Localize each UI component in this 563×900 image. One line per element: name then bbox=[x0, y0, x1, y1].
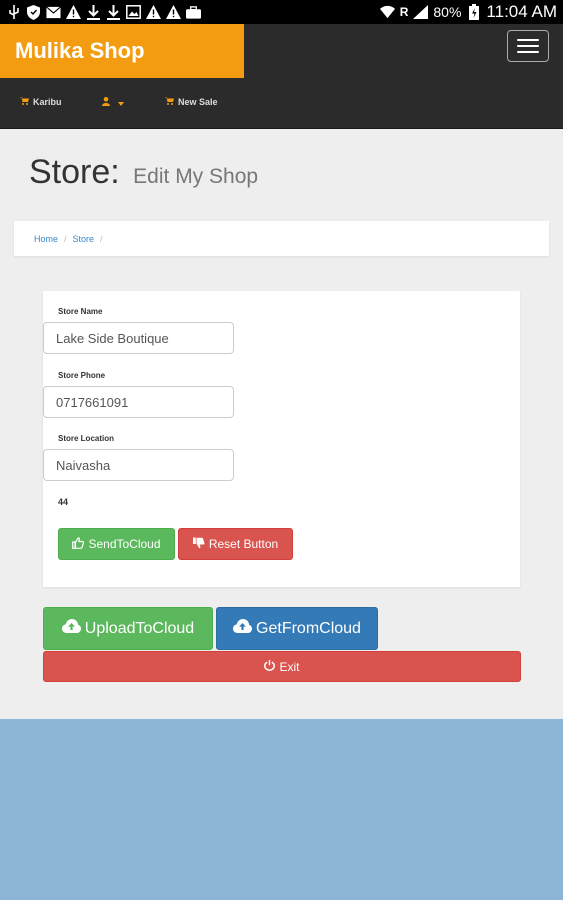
download-icon bbox=[86, 4, 101, 20]
nav-link-new-sale[interactable]: New Sale bbox=[165, 97, 218, 107]
cloud-upload-icon bbox=[233, 619, 253, 638]
send-to-cloud-button[interactable]: SendToCloud bbox=[58, 528, 175, 560]
breadcrumb-home[interactable]: Home bbox=[34, 234, 58, 244]
clock: 11:04 AM bbox=[486, 2, 557, 21]
menu-toggle-button[interactable] bbox=[507, 30, 549, 62]
signal-icon bbox=[413, 5, 429, 20]
nav-link-label: New Sale bbox=[178, 97, 218, 107]
system-status: R 80% 11:04 AM bbox=[379, 2, 557, 22]
warning-icon bbox=[166, 5, 181, 20]
store-count-value: 44 bbox=[58, 497, 69, 507]
store-location-input[interactable] bbox=[43, 449, 234, 481]
power-icon bbox=[264, 659, 276, 674]
nav-link-karibu[interactable]: Karibu bbox=[20, 97, 62, 107]
store-name-input[interactable] bbox=[43, 322, 234, 354]
breadcrumb: Home / Store / bbox=[14, 221, 549, 256]
hamburger-line bbox=[517, 39, 539, 41]
shield-icon bbox=[26, 4, 41, 20]
store-form-panel: Store Name Store Phone Store Location 44… bbox=[43, 291, 520, 587]
upload-to-cloud-label: UploadToCloud bbox=[84, 619, 195, 637]
reset-button[interactable]: Reset Button bbox=[178, 528, 293, 560]
briefcase-icon bbox=[186, 5, 201, 20]
user-icon bbox=[102, 97, 110, 108]
warning-icon bbox=[146, 5, 161, 20]
brand-logo[interactable]: Mulika Shop bbox=[0, 24, 244, 78]
cloud-upload-icon bbox=[61, 619, 81, 638]
wifi-icon bbox=[379, 5, 395, 20]
usb-icon bbox=[6, 4, 21, 20]
cart-icon bbox=[20, 97, 29, 107]
breadcrumb-separator: / bbox=[64, 233, 67, 244]
caret-down-icon bbox=[118, 98, 124, 108]
battery-charging-icon bbox=[466, 4, 481, 20]
page-subtitle: Edit My Shop bbox=[133, 165, 259, 188]
nav-link-label: Karibu bbox=[33, 97, 62, 107]
store-phone-label: Store Phone bbox=[58, 371, 106, 380]
download-icon bbox=[106, 4, 121, 20]
hamburger-line bbox=[517, 51, 539, 53]
roaming-indicator: R bbox=[399, 5, 409, 19]
breadcrumb-store[interactable]: Store bbox=[73, 234, 95, 244]
nav-links: Karibu New Sale bbox=[0, 97, 563, 111]
get-from-cloud-button[interactable]: GetFromCloud bbox=[216, 607, 378, 650]
page-title-text: Store: bbox=[29, 153, 120, 191]
hamburger-line bbox=[517, 45, 539, 47]
battery-percent: 80% bbox=[433, 4, 462, 20]
store-name-label: Store Name bbox=[58, 307, 103, 316]
app-navbar: Mulika Shop Karibu New Sale bbox=[0, 24, 563, 129]
reset-button-label: Reset Button bbox=[208, 537, 279, 551]
mail-icon bbox=[46, 5, 61, 20]
user-dropdown[interactable] bbox=[102, 97, 124, 108]
thumbs-up-icon bbox=[72, 536, 85, 552]
status-bar: R 80% 11:04 AM bbox=[0, 0, 563, 24]
send-to-cloud-label: SendToCloud bbox=[88, 537, 161, 551]
main-content: Store: Edit My Shop Home / Store / Store… bbox=[0, 129, 563, 719]
page-title: Store: Edit My Shop bbox=[29, 153, 258, 192]
cart-icon bbox=[165, 97, 174, 107]
get-from-cloud-label: GetFromCloud bbox=[256, 619, 361, 637]
upload-to-cloud-button[interactable]: UploadToCloud bbox=[43, 607, 213, 650]
warning-icon bbox=[66, 5, 81, 20]
image-icon bbox=[126, 5, 141, 20]
empty-background-area bbox=[0, 719, 563, 900]
breadcrumb-separator: / bbox=[100, 233, 103, 244]
store-location-label: Store Location bbox=[58, 434, 115, 443]
store-phone-input[interactable] bbox=[43, 386, 234, 418]
exit-button[interactable]: Exit bbox=[43, 651, 521, 682]
thumbs-down-icon bbox=[192, 537, 205, 552]
notification-icons bbox=[6, 4, 201, 20]
exit-label: Exit bbox=[279, 659, 300, 674]
